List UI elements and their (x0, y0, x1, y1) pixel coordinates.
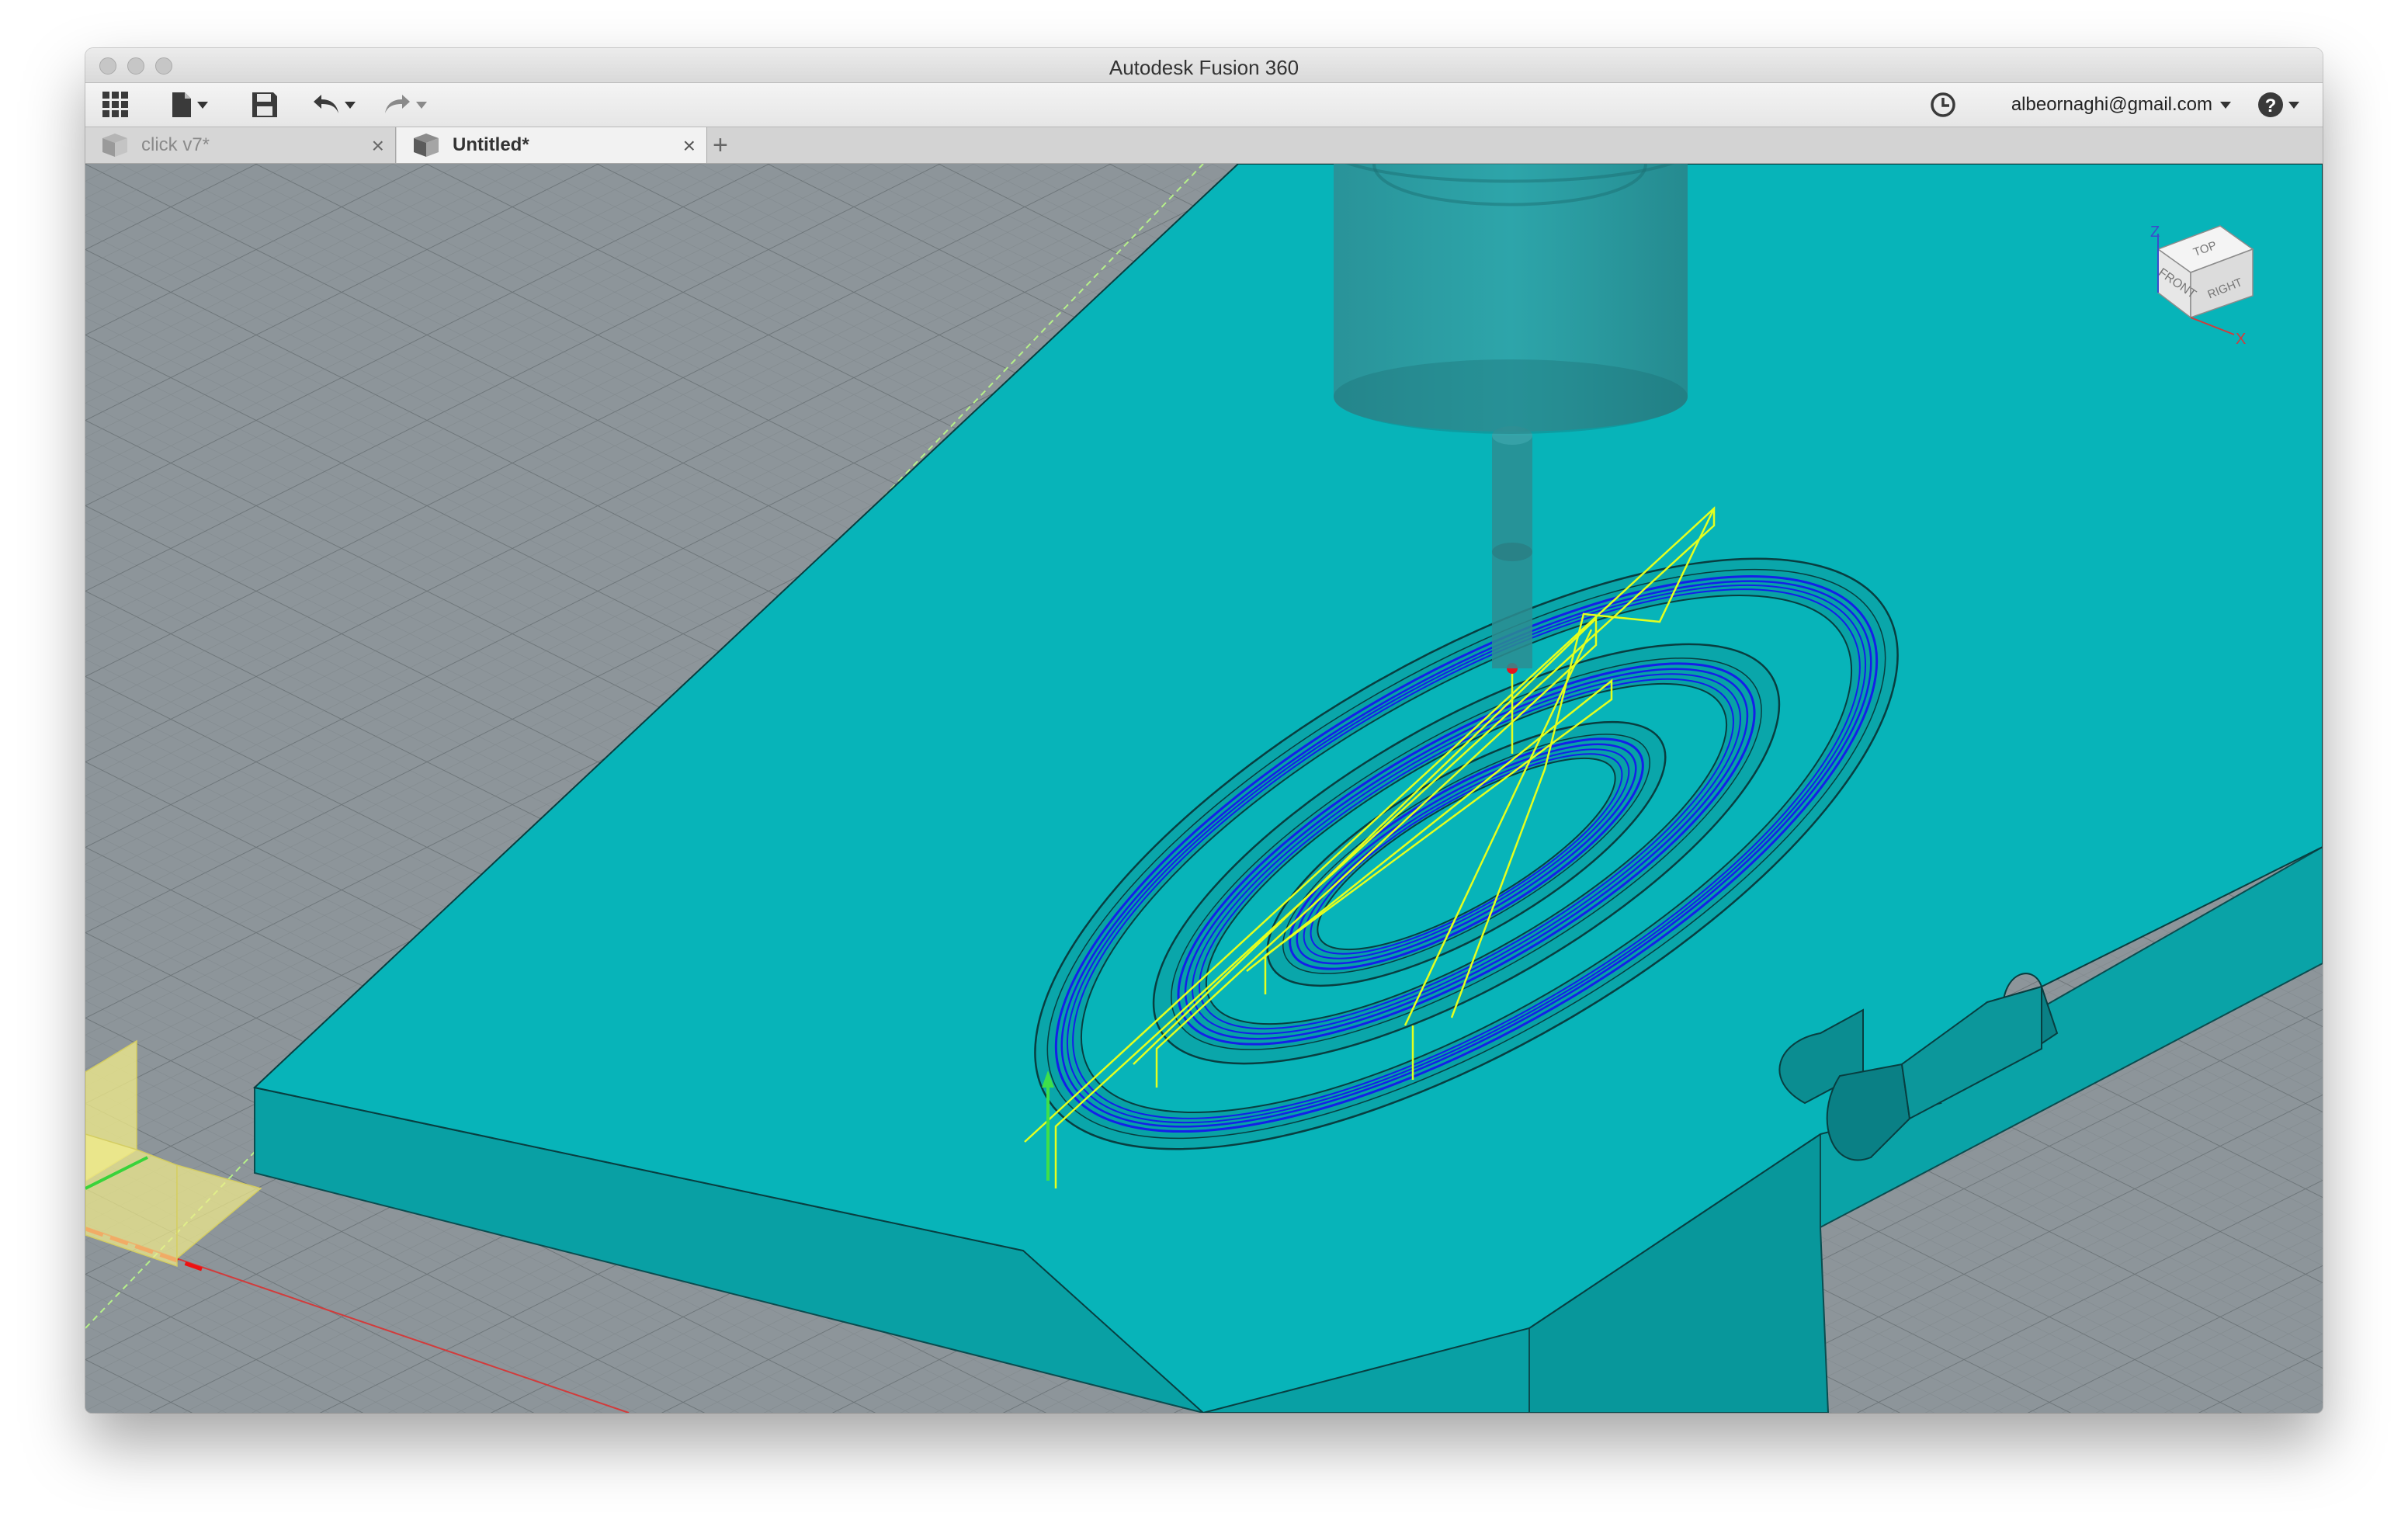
help-icon: ? (2258, 92, 2283, 117)
tab-click-v7[interactable]: click v7* × (85, 127, 396, 163)
user-account-menu[interactable]: albeornaghi@gmail.com (2011, 94, 2231, 116)
tab-label: click v7* (141, 134, 210, 155)
close-icon[interactable]: × (372, 134, 384, 158)
grid-menu-icon (102, 92, 128, 117)
job-status-button[interactable] (1930, 91, 1956, 119)
toolbar: albeornaghi@gmail.com ? (85, 83, 2323, 127)
svg-text:?: ? (2265, 95, 2277, 116)
tab-label: Untitled* (453, 134, 529, 155)
title-bar: Autodesk Fusion 360 (85, 48, 2323, 83)
undo-icon (314, 95, 338, 113)
tab-untitled[interactable]: Untitled* × (397, 127, 707, 163)
axis-x-label: X (2236, 331, 2246, 348)
redo-icon (385, 95, 410, 113)
save-button[interactable] (252, 91, 278, 119)
3d-viewport[interactable]: TOP FRONT RIGHT Z X (85, 164, 2323, 1413)
new-tab-button[interactable]: + (713, 130, 728, 161)
history-icon (1931, 92, 1955, 117)
axis-z-label: Z (2150, 224, 2160, 241)
window-title: Autodesk Fusion 360 (1109, 56, 1299, 79)
document-tabs: click v7* × Untitled* × + (85, 127, 2323, 164)
close-icon[interactable]: × (683, 134, 696, 158)
app-window: Autodesk Fusion 360 albeornaghi@gmail.co… (85, 48, 2323, 1413)
save-icon (252, 92, 277, 117)
help-menu-button[interactable]: ? (2257, 91, 2299, 119)
user-email: albeornaghi@gmail.com (2011, 94, 2212, 115)
design-document-icon (414, 134, 439, 157)
app-grid-button[interactable] (102, 91, 129, 119)
redo-button[interactable] (383, 91, 427, 119)
design-document-icon (102, 134, 127, 157)
file-menu-button[interactable] (171, 91, 208, 119)
canvas-scene: TOP FRONT RIGHT Z X (85, 164, 2323, 1413)
undo-button[interactable] (312, 91, 356, 119)
file-icon (172, 92, 191, 117)
